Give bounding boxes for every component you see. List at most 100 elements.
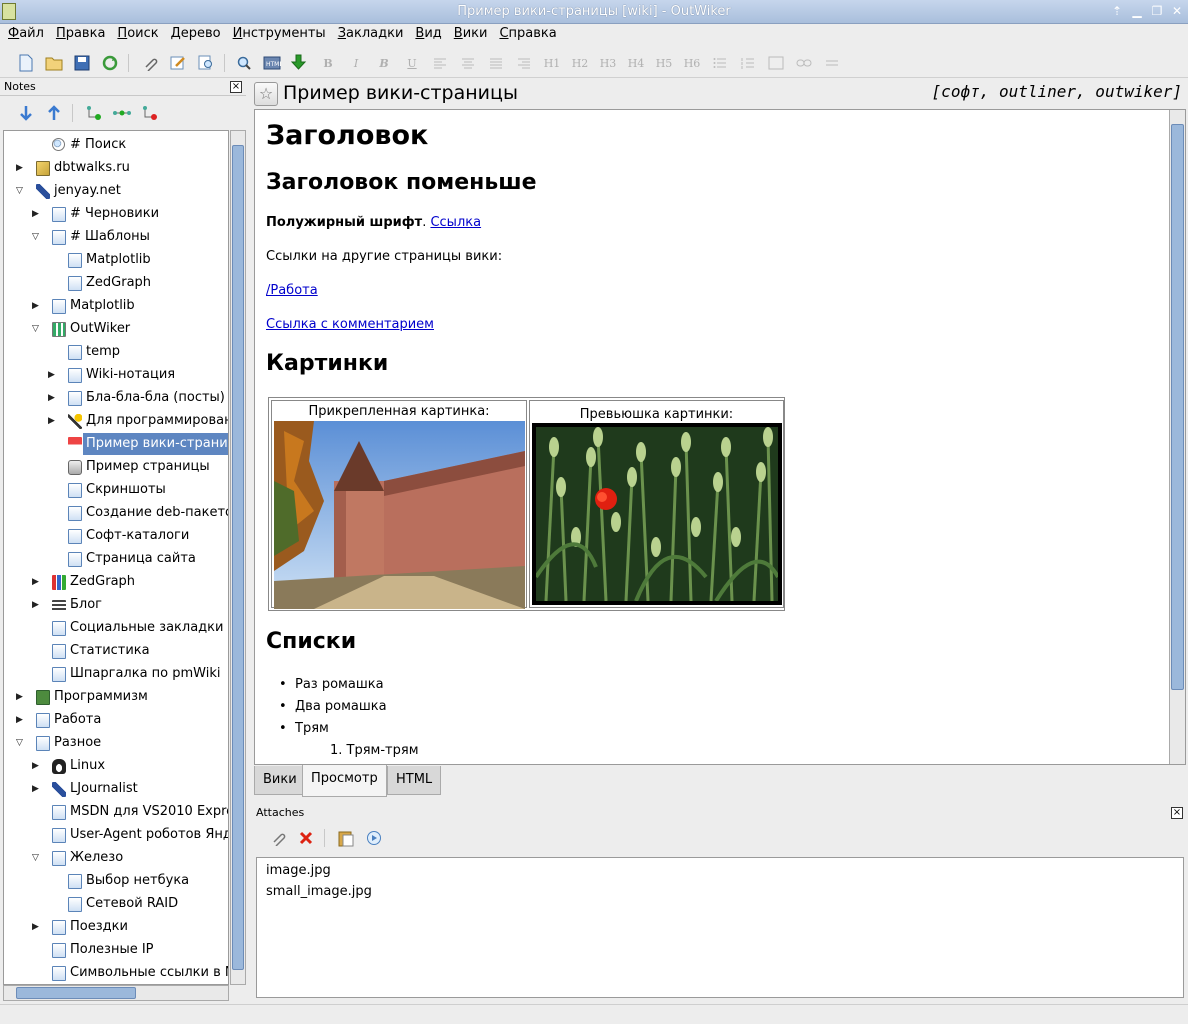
open-folder-icon[interactable] xyxy=(44,53,64,73)
h4-icon[interactable]: H4 xyxy=(626,53,646,73)
bullet-list-icon[interactable] xyxy=(710,53,730,73)
tab-wiki[interactable]: Вики xyxy=(254,766,306,795)
tree-node[interactable]: ▶ Блог xyxy=(4,594,228,616)
add-sibling-icon[interactable] xyxy=(84,103,104,123)
tree-node[interactable]: Софт-каталоги xyxy=(4,525,228,547)
tree-node[interactable]: Matplotlib xyxy=(4,249,228,271)
notes-close-icon[interactable]: × xyxy=(230,81,242,93)
tab-html[interactable]: HTML xyxy=(387,766,442,795)
tree-node[interactable]: ▶ Программизм xyxy=(4,686,228,708)
notes-tree[interactable]: # Поиск ▶ dbtwalks.ru ▽ jenyay.net ▶ # Чернови… xyxy=(3,130,229,985)
menu-edit[interactable]: Правка xyxy=(50,24,111,46)
align-left-icon[interactable] xyxy=(430,53,450,73)
html-icon[interactable]: HTML xyxy=(262,53,282,73)
page-tags[interactable]: [софт, outliner, outwiker] xyxy=(932,82,1182,101)
move-up-icon[interactable] xyxy=(44,103,64,123)
attaches-close-icon[interactable]: × xyxy=(1171,807,1183,819)
tree-node[interactable]: Шпаргалка по pmWiki xyxy=(4,663,228,685)
edit-page-icon[interactable] xyxy=(168,53,188,73)
tree-node[interactable]: ZedGraph xyxy=(4,272,228,294)
tulips-thumbnail[interactable] xyxy=(532,423,782,605)
tab-preview[interactable]: Просмотр xyxy=(302,765,387,797)
attach-file-icon[interactable] xyxy=(268,828,288,848)
tree-vertical-scrollbar[interactable] xyxy=(230,130,246,985)
tree-node[interactable]: ▽ jenyay.net xyxy=(4,180,228,202)
tree-node[interactable]: ▶ ZedGraph xyxy=(4,571,228,593)
tree-node[interactable]: MSDN для VS2010 Express xyxy=(4,801,228,823)
expand-arrow-icon[interactable]: ▶ xyxy=(32,916,42,938)
expand-arrow-icon[interactable]: ▶ xyxy=(32,594,42,616)
tree-node[interactable]: ▶ LJournalist xyxy=(4,778,228,800)
align-center-icon[interactable] xyxy=(458,53,478,73)
expand-arrow-icon[interactable]: ▶ xyxy=(48,410,58,432)
menu-tree[interactable]: Дерево xyxy=(165,24,227,46)
align-justify-icon[interactable] xyxy=(486,53,506,73)
tree-horizontal-scroll-thumb[interactable] xyxy=(16,987,136,999)
tree-node[interactable]: ▽ OutWiker xyxy=(4,318,228,340)
collapse-arrow-icon[interactable]: ▽ xyxy=(16,732,26,754)
align-right-icon[interactable] xyxy=(514,53,534,73)
close-icon[interactable]: ✕ xyxy=(1170,4,1184,18)
tree-node[interactable]: ▶ Linux xyxy=(4,755,228,777)
link-icon[interactable] xyxy=(794,53,814,73)
expand-arrow-icon[interactable]: ▶ xyxy=(16,709,26,731)
tree-node[interactable]: ▽ Разное xyxy=(4,732,228,754)
content-vertical-scrollbar[interactable] xyxy=(1169,110,1185,764)
attachment-item[interactable]: small_image.jpg xyxy=(266,884,372,899)
expand-arrow-icon[interactable]: ▶ xyxy=(32,571,42,593)
tree-node[interactable]: ▶ Для программирования xyxy=(4,410,228,432)
menu-file[interactable]: Файл xyxy=(2,24,50,46)
remove-attachment-icon[interactable] xyxy=(296,828,316,848)
link-simple[interactable]: Ссылка xyxy=(430,215,481,230)
kremlin-photo[interactable] xyxy=(274,421,525,609)
menu-tools[interactable]: Инструменты xyxy=(227,24,332,46)
tree-node[interactable]: Статистика xyxy=(4,640,228,662)
tree-node[interactable]: ▶ Matplotlib xyxy=(4,295,228,317)
tree-node[interactable]: Полезные IP xyxy=(4,939,228,961)
attachment-item[interactable]: image.jpg xyxy=(266,863,331,878)
find-icon[interactable] xyxy=(234,53,254,73)
italic-icon[interactable]: I xyxy=(346,53,366,73)
tree-node[interactable]: User-Agent роботов Яндекса xyxy=(4,824,228,846)
h2-icon[interactable]: H2 xyxy=(570,53,590,73)
expand-arrow-icon[interactable]: ▶ xyxy=(16,686,26,708)
tree-node[interactable]: Социальные закладки xyxy=(4,617,228,639)
tree-node[interactable]: Пример вики-страницы xyxy=(4,433,228,455)
expand-arrow-icon[interactable]: ▶ xyxy=(32,778,42,800)
menu-bookmarks[interactable]: Закладки xyxy=(332,24,410,46)
remove-node-icon[interactable] xyxy=(140,103,160,123)
collapse-arrow-icon[interactable]: ▽ xyxy=(32,847,42,869)
menu-view[interactable]: Вид xyxy=(409,24,447,46)
menu-search[interactable]: Поиск xyxy=(111,24,164,46)
expand-arrow-icon[interactable]: ▶ xyxy=(16,157,26,179)
bold-italic-icon[interactable]: B xyxy=(374,53,394,73)
tree-node[interactable]: Создание deb-пакетов xyxy=(4,502,228,524)
star-icon[interactable]: ☆ xyxy=(254,82,278,106)
tree-node[interactable]: # Поиск xyxy=(4,134,228,156)
attachments-list[interactable]: image.jpg small_image.jpg xyxy=(256,857,1184,998)
new-file-icon[interactable] xyxy=(16,53,36,73)
tree-node[interactable]: ▶ Работа xyxy=(4,709,228,731)
numbered-list-icon[interactable] xyxy=(738,53,758,73)
download-icon[interactable] xyxy=(290,53,310,73)
tree-node[interactable]: ▶ dbtwalks.ru xyxy=(4,157,228,179)
execute-icon[interactable] xyxy=(364,828,384,848)
menu-wiki[interactable]: Вики xyxy=(448,24,494,46)
tree-node[interactable]: ▶ # Черновики xyxy=(4,203,228,225)
tree-node[interactable]: ▽ # Шаблоны xyxy=(4,226,228,248)
page-search-icon[interactable] xyxy=(196,53,216,73)
tree-node[interactable]: Пример страницы xyxy=(4,456,228,478)
expand-arrow-icon[interactable]: ▶ xyxy=(32,203,42,225)
horizontal-line-icon[interactable] xyxy=(822,53,842,73)
tree-horizontal-scrollbar[interactable] xyxy=(3,985,229,1001)
tree-node[interactable]: Страница сайта xyxy=(4,548,228,570)
link-with-comment[interactable]: Ссылка с комментарием xyxy=(266,317,434,332)
add-child-icon[interactable] xyxy=(112,103,132,123)
h3-icon[interactable]: H3 xyxy=(598,53,618,73)
bold-icon[interactable]: B xyxy=(318,53,338,73)
collapse-arrow-icon[interactable]: ▽ xyxy=(32,318,42,340)
minimize-icon[interactable]: ▁ xyxy=(1130,4,1144,18)
collapse-arrow-icon[interactable]: ▽ xyxy=(16,180,26,202)
link-work[interactable]: /Работа xyxy=(266,283,318,298)
tree-node[interactable]: temp xyxy=(4,341,228,363)
